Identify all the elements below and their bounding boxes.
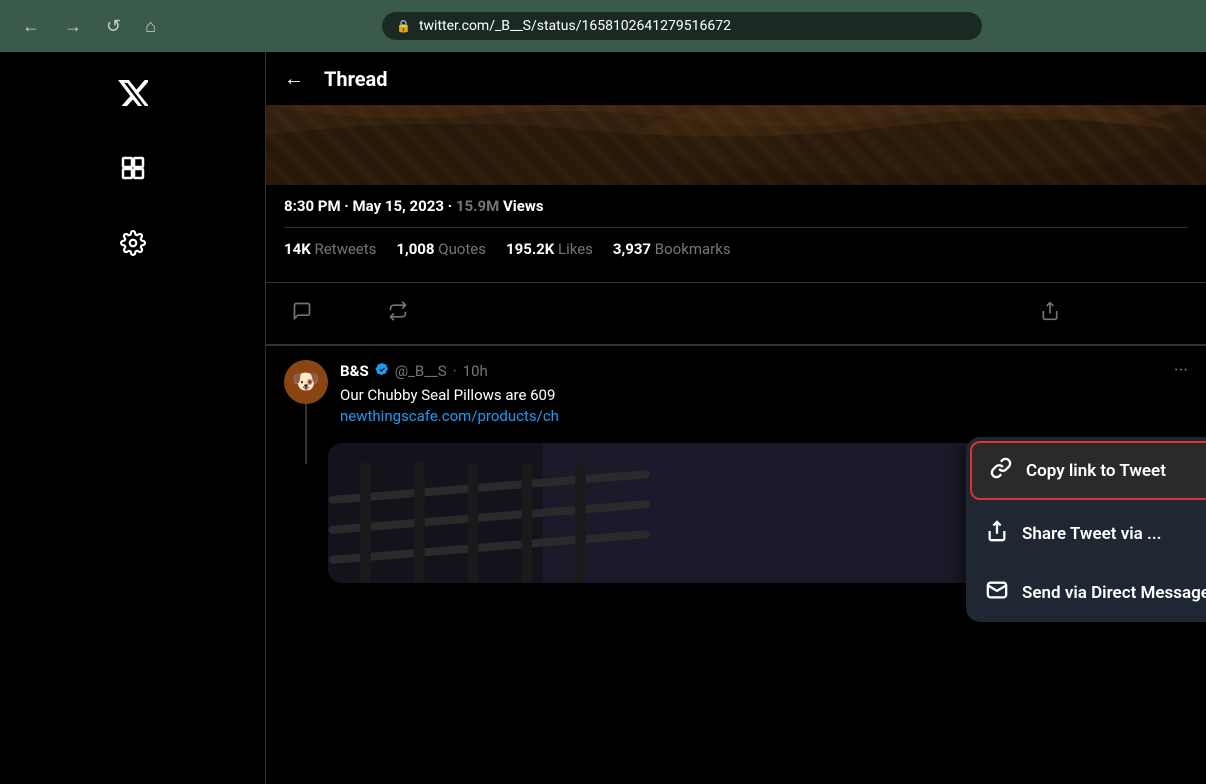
- main-layout: ← Thread 8:30 PM · May 15, 2023 · 15.9M …: [0, 52, 1206, 784]
- back-arrow-button[interactable]: ←: [284, 66, 304, 91]
- lock-icon: 🔒: [396, 19, 411, 33]
- reload-button[interactable]: ↺: [100, 12, 127, 41]
- likes-stat: 195.2K Likes: [506, 240, 593, 258]
- share-tweet-menu-item[interactable]: Share Tweet via ...: [966, 504, 1206, 563]
- avatar: 🐶: [284, 360, 328, 404]
- retweet-action[interactable]: [380, 293, 416, 334]
- send-dm-label: Send via Direct Message: [1022, 583, 1206, 603]
- retweets-stat: 14K Retweets: [284, 240, 376, 258]
- thread-line: [305, 404, 307, 464]
- reply-tweet-content: B&S @_B__S · 10h ··· Our Chubby Seal Pil…: [340, 360, 1188, 425]
- thread-title: Thread: [324, 67, 388, 91]
- author-name: B&S: [340, 362, 369, 380]
- tweet-meta: 8:30 PM · May 15, 2023 · 15.9M Views 14K…: [266, 185, 1206, 283]
- context-menu: Copy link to Tweet Share Tweet via ...: [966, 437, 1206, 622]
- share-action[interactable]: [1032, 293, 1068, 334]
- reply-link[interactable]: newthingscafe.com/products/ch: [340, 406, 1188, 425]
- more-options-button[interactable]: ···: [1174, 360, 1188, 381]
- tweet-image: [266, 105, 1206, 185]
- forward-button[interactable]: →: [58, 12, 88, 41]
- browser-chrome: ← → ↺ ⌂ 🔒 twitter.com/_B__S/status/16581…: [0, 0, 1206, 52]
- home-button[interactable]: ⌂: [139, 12, 162, 41]
- share-tweet-label: Share Tweet via ...: [1022, 524, 1162, 544]
- thread-header: ← Thread: [266, 52, 1206, 105]
- send-dm-menu-item[interactable]: Send via Direct Message: [966, 563, 1206, 622]
- reply-text: Our Chubby Seal Pillows are 609: [340, 385, 1188, 406]
- sidebar-explore-icon[interactable]: [111, 146, 155, 190]
- sidebar: [0, 52, 265, 784]
- reply-action[interactable]: [284, 293, 320, 334]
- sidebar-settings-icon[interactable]: [110, 220, 156, 266]
- tweet-timestamp: 8:30 PM · May 15, 2023 · 15.9M Views: [284, 197, 1188, 215]
- tweet-time-ago: 10h: [463, 362, 488, 380]
- tweet-stats: 14K Retweets 1,008 Quotes 195.2K Likes 3…: [284, 227, 1188, 270]
- tweet-actions: [266, 283, 1206, 345]
- verified-badge: [375, 362, 389, 380]
- bookmarks-stat: 3,937 Bookmarks: [613, 240, 731, 258]
- copy-link-label: Copy link to Tweet: [1026, 461, 1166, 481]
- reply-tweet: 🐶 B&S @_B__S · 10h ··· Our Chubby Seal P…: [266, 346, 1206, 439]
- sidebar-twitter-logo[interactable]: [108, 70, 158, 116]
- copy-link-icon: [990, 457, 1012, 484]
- author-line: B&S @_B__S · 10h ···: [340, 360, 1188, 381]
- url-text: twitter.com/_B__S/status/165810264127951…: [419, 18, 731, 34]
- send-dm-icon: [986, 579, 1008, 606]
- content-area: ← Thread 8:30 PM · May 15, 2023 · 15.9M …: [265, 52, 1206, 784]
- copy-link-menu-item[interactable]: Copy link to Tweet: [970, 441, 1206, 500]
- share-tweet-icon: [986, 520, 1008, 547]
- author-handle: @_B__S: [395, 362, 447, 380]
- quotes-stat: 1,008 Quotes: [396, 240, 486, 258]
- address-bar[interactable]: 🔒 twitter.com/_B__S/status/1658102641279…: [382, 12, 982, 40]
- back-button[interactable]: ←: [16, 12, 46, 41]
